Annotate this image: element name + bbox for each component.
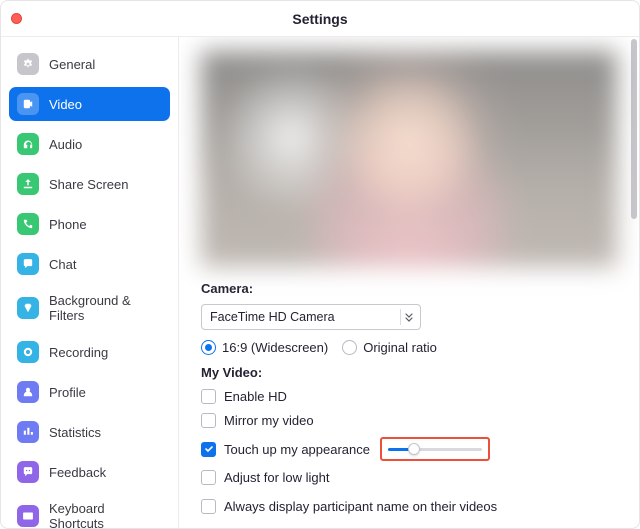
chat-icon	[17, 253, 39, 275]
ratio-widescreen-label: 16:9 (Widescreen)	[222, 340, 328, 355]
sidebar-item-background-filters[interactable]: Background & Filters	[9, 287, 170, 329]
display-name-label: Always display participant name on their…	[224, 499, 497, 514]
low-light-checkbox[interactable]	[201, 470, 216, 485]
display-name-checkbox[interactable]	[201, 499, 216, 514]
enable-hd-label: Enable HD	[224, 389, 287, 404]
sidebar-item-label: Phone	[49, 217, 87, 232]
sidebar-item-chat[interactable]: Chat	[9, 247, 170, 281]
ratio-original-label: Original ratio	[363, 340, 437, 355]
sidebar-item-keyboard-shortcuts[interactable]: Keyboard Shortcuts	[9, 495, 170, 528]
sidebar-item-label: General	[49, 57, 95, 72]
radio-icon	[342, 340, 357, 355]
sidebar-item-label: Profile	[49, 385, 86, 400]
sidebar-item-profile[interactable]: Profile	[9, 375, 170, 409]
scrollbar[interactable]	[631, 39, 637, 219]
feedback-icon	[17, 461, 39, 483]
sidebar-item-video[interactable]: Video	[9, 87, 170, 121]
mirror-video-label: Mirror my video	[224, 413, 314, 428]
touch-up-label: Touch up my appearance	[224, 442, 370, 457]
window-title: Settings	[1, 11, 639, 27]
sidebar-item-statistics[interactable]: Statistics	[9, 415, 170, 449]
share-icon	[17, 173, 39, 195]
video-icon	[17, 93, 39, 115]
camera-preview	[201, 51, 617, 267]
window-controls	[11, 13, 22, 24]
sidebar-item-label: Background & Filters	[49, 293, 162, 323]
sidebar-item-feedback[interactable]: Feedback	[9, 455, 170, 489]
sidebar-item-label: Feedback	[49, 465, 106, 480]
ratio-widescreen-radio[interactable]: 16:9 (Widescreen)	[201, 340, 328, 355]
chevron-down-icon	[400, 309, 416, 325]
camera-selected-value: FaceTime HD Camera	[210, 310, 335, 324]
sidebar-item-label: Statistics	[49, 425, 101, 440]
phone-icon	[17, 213, 39, 235]
headphones-icon	[17, 133, 39, 155]
profile-icon	[17, 381, 39, 403]
close-window-button[interactable]	[11, 13, 22, 24]
my-video-section-label: My Video:	[201, 365, 617, 380]
sidebar-item-share-screen[interactable]: Share Screen	[9, 167, 170, 201]
touch-up-slider[interactable]	[388, 448, 482, 451]
settings-sidebar: General Video Audio Share Screen Phone Chat Ba…	[1, 37, 179, 528]
touch-up-slider-highlight	[380, 437, 490, 461]
sidebar-item-general[interactable]: General	[9, 47, 170, 81]
filters-icon	[17, 297, 39, 319]
mirror-video-checkbox[interactable]	[201, 413, 216, 428]
sidebar-item-label: Recording	[49, 345, 108, 360]
sidebar-item-label: Video	[49, 97, 82, 112]
camera-select[interactable]: FaceTime HD Camera	[201, 304, 421, 330]
record-icon	[17, 341, 39, 363]
sidebar-item-recording[interactable]: Recording	[9, 335, 170, 369]
sidebar-item-label: Keyboard Shortcuts	[49, 501, 162, 528]
sidebar-item-audio[interactable]: Audio	[9, 127, 170, 161]
titlebar: Settings	[1, 1, 639, 37]
keyboard-icon	[17, 505, 39, 527]
gear-icon	[17, 53, 39, 75]
enable-hd-checkbox[interactable]	[201, 389, 216, 404]
sidebar-item-label: Chat	[49, 257, 76, 272]
sidebar-item-label: Audio	[49, 137, 82, 152]
stats-icon	[17, 421, 39, 443]
radio-icon	[201, 340, 216, 355]
camera-section-label: Camera:	[201, 281, 617, 296]
sidebar-item-phone[interactable]: Phone	[9, 207, 170, 241]
slider-thumb[interactable]	[408, 443, 420, 455]
settings-content: Camera: FaceTime HD Camera 16:9 (Widescr…	[179, 37, 639, 528]
sidebar-item-label: Share Screen	[49, 177, 129, 192]
low-light-label: Adjust for low light	[224, 470, 330, 485]
ratio-original-radio[interactable]: Original ratio	[342, 340, 437, 355]
touch-up-checkbox[interactable]	[201, 442, 216, 457]
